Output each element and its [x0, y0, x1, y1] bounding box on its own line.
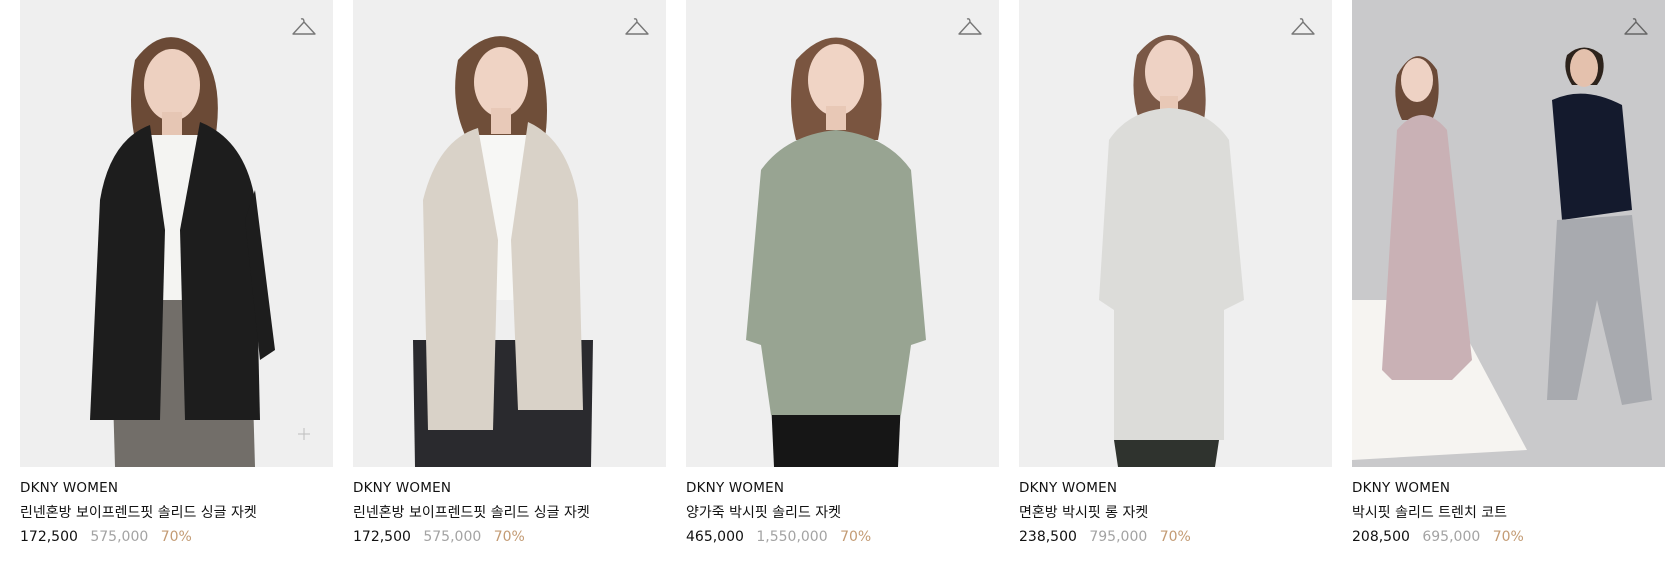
product-card[interactable]: DKNY WOMEN 박시핏 솔리드 트렌치 코트 208,500 695,00…: [1352, 0, 1665, 546]
product-brand[interactable]: DKNY WOMEN: [1019, 480, 1332, 497]
original-price: 695,000: [1422, 529, 1481, 545]
product-name[interactable]: 면혼방 박시핏 롱 자켓: [1019, 504, 1332, 522]
product-image[interactable]: [20, 0, 333, 467]
product-name[interactable]: 박시핏 솔리드 트렌치 코트: [1352, 504, 1665, 522]
product-image[interactable]: [686, 0, 999, 467]
product-name[interactable]: 린넨혼방 보이프렌드핏 솔리드 싱글 자켓: [20, 504, 333, 522]
product-brand[interactable]: DKNY WOMEN: [1352, 480, 1665, 497]
sale-price: 172,500: [20, 529, 78, 545]
hanger-icon[interactable]: [957, 16, 983, 40]
original-price: 795,000: [1089, 529, 1148, 545]
product-image[interactable]: [1352, 0, 1665, 467]
original-price: 1,550,000: [756, 529, 828, 545]
sale-price: 465,000: [686, 529, 744, 545]
product-card[interactable]: DKNY WOMEN 양가죽 박시핏 솔리드 자켓 465,000 1,550,…: [686, 0, 999, 546]
hanger-icon[interactable]: [624, 16, 650, 40]
sale-price: 238,500: [1019, 529, 1077, 545]
product-name[interactable]: 린넨혼방 보이프렌드핏 솔리드 싱글 자켓: [353, 504, 666, 522]
hanger-icon[interactable]: [1290, 16, 1316, 40]
product-brand[interactable]: DKNY WOMEN: [353, 480, 666, 497]
product-card[interactable]: DKNY WOMEN 린넨혼방 보이프렌드핏 솔리드 싱글 자켓 172,500…: [20, 0, 333, 546]
original-price: 575,000: [90, 529, 149, 545]
hanger-icon[interactable]: [291, 16, 317, 40]
product-photo: [686, 0, 999, 467]
price-row: 172,500 575,000 70%: [20, 528, 333, 546]
hanger-icon[interactable]: [1623, 16, 1649, 40]
product-grid: DKNY WOMEN 린넨혼방 보이프렌드핏 솔리드 싱글 자켓 172,500…: [20, 0, 1665, 546]
discount-rate: 70%: [493, 529, 525, 545]
product-image[interactable]: [353, 0, 666, 467]
original-price: 575,000: [423, 529, 482, 545]
product-brand[interactable]: DKNY WOMEN: [686, 480, 999, 497]
sale-price: 208,500: [1352, 529, 1410, 545]
product-photo: [1019, 0, 1332, 467]
product-photo: [353, 0, 666, 467]
discount-rate: 70%: [840, 529, 872, 545]
product-card[interactable]: DKNY WOMEN 린넨혼방 보이프렌드핏 솔리드 싱글 자켓 172,500…: [353, 0, 666, 546]
discount-rate: 70%: [160, 529, 192, 545]
sale-price: 172,500: [353, 529, 411, 545]
discount-rate: 70%: [1159, 529, 1191, 545]
plus-icon[interactable]: [297, 427, 311, 441]
product-image[interactable]: [1019, 0, 1332, 467]
product-name[interactable]: 양가죽 박시핏 솔리드 자켓: [686, 504, 999, 522]
product-card[interactable]: DKNY WOMEN 면혼방 박시핏 롱 자켓 238,500 795,000 …: [1019, 0, 1332, 546]
product-brand[interactable]: DKNY WOMEN: [20, 480, 333, 497]
price-row: 465,000 1,550,000 70%: [686, 528, 999, 546]
price-row: 208,500 695,000 70%: [1352, 528, 1665, 546]
product-photo: [1352, 0, 1665, 467]
price-row: 238,500 795,000 70%: [1019, 528, 1332, 546]
price-row: 172,500 575,000 70%: [353, 528, 666, 546]
product-photo: [20, 0, 333, 467]
discount-rate: 70%: [1492, 529, 1524, 545]
